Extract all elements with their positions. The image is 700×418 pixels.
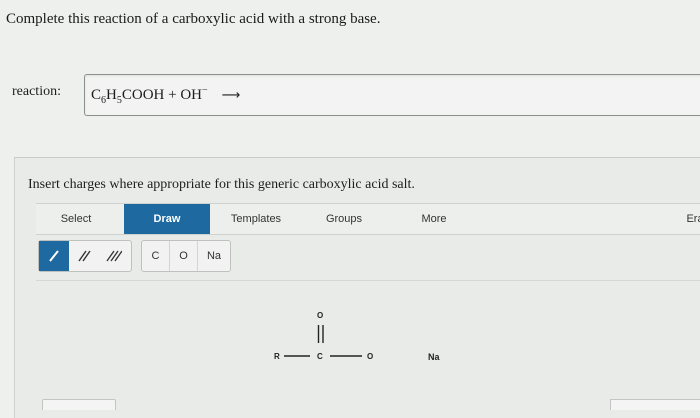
double-bond-icon (78, 250, 91, 262)
editor-instruction: Insert charges where appropriate for thi… (28, 177, 415, 192)
reaction-equation: C6H5COOH + OH− ⟶ (91, 85, 240, 106)
carboxylate-structure[interactable]: O R C O (270, 300, 390, 370)
atom-button-na[interactable]: Na (198, 241, 230, 271)
bottom-tab-right[interactable] (610, 399, 700, 410)
single-bond-button[interactable] (39, 241, 69, 271)
structure-oxygen-right: O (367, 352, 373, 361)
double-bond-button[interactable] (69, 241, 99, 271)
question-text: Complete this reaction of a carboxylic a… (6, 11, 381, 27)
atom-button-o[interactable]: O (170, 241, 198, 271)
bottom-tab-left[interactable] (42, 399, 116, 410)
triple-bond-button[interactable] (99, 241, 129, 271)
canvas-divider (36, 280, 700, 281)
single-bond-icon (49, 250, 59, 262)
formula-carbon: C (91, 87, 102, 103)
reaction-arrow-icon: ⟶ (221, 88, 241, 103)
tab-groups[interactable]: Groups (314, 204, 374, 234)
formula-hydrogen: H (106, 87, 117, 103)
bond-tool-group (38, 240, 132, 272)
reaction-answer-box[interactable]: C6H5COOH + OH− ⟶ (84, 74, 700, 116)
structure-r-group: R (274, 352, 280, 361)
reaction-label: reaction: (12, 84, 61, 99)
triple-bond-icon (106, 250, 122, 262)
editor-toolbar: Select Draw Templates Groups More Era (36, 203, 700, 235)
structure-carbon: C (317, 352, 323, 361)
editor-panel (14, 157, 700, 418)
atom-button-c[interactable]: C (142, 241, 170, 271)
tab-select[interactable]: Select (44, 204, 108, 234)
structure-sodium[interactable]: Na (428, 352, 440, 362)
tab-more[interactable]: More (412, 204, 456, 234)
tab-templates[interactable]: Templates (224, 204, 288, 234)
tab-draw[interactable]: Draw (124, 204, 210, 234)
atom-tool-group: C O Na (141, 240, 231, 272)
structure-oxygen-top: O (317, 311, 323, 320)
tab-erase[interactable]: Era (680, 204, 700, 234)
formula-charge: − (202, 85, 208, 96)
formula-rest: COOH + OH (121, 87, 202, 103)
